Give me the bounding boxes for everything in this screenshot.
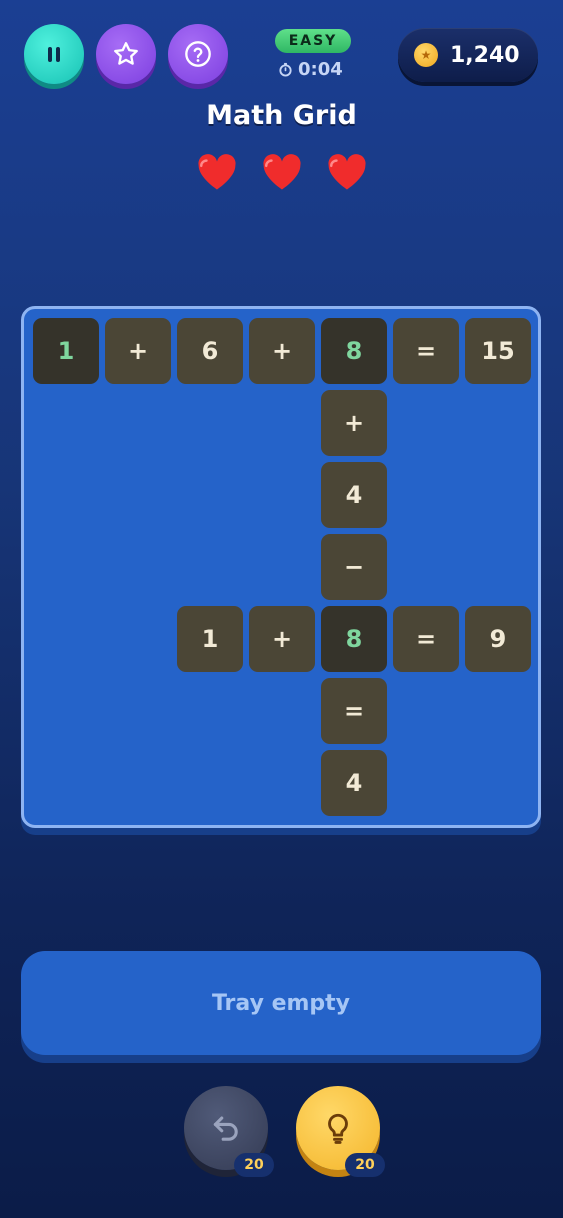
timer-value: 0:04 [298,58,343,80]
grid-cell[interactable]: = [393,606,459,672]
grid-cell[interactable]: 6 [177,318,243,384]
grid-cell-given: 1 [33,318,99,384]
grid-cell[interactable]: 4 [321,750,387,816]
question-icon [185,41,211,67]
lightbulb-icon [328,1113,348,1144]
grid-cell-given: 8 [321,318,387,384]
grid-cell[interactable]: 4 [321,462,387,528]
undo-count-badge: 20 [234,1153,274,1177]
pause-icon [48,46,60,62]
heart-icon [263,154,301,190]
grid-cell[interactable]: + [249,318,315,384]
coin-value: 1,240 [450,42,520,68]
math-grid-board: 1 +6 +8 = 15 +4−1 +8 = 9 = 4 [21,306,541,828]
difficulty-badge: EASY [275,29,351,53]
stopwatch-icon [279,62,292,77]
favorite-button[interactable] [96,24,156,84]
grid-cell[interactable]: + [105,318,171,384]
grid-cell[interactable]: 15 [465,318,531,384]
grid-cell[interactable]: + [321,390,387,456]
grid-cell[interactable]: 1 [177,606,243,672]
grid-cell[interactable]: = [393,318,459,384]
grid-cell[interactable]: 9 [465,606,531,672]
tray-label: Tray empty [211,990,351,1016]
grid-cell[interactable]: + [249,606,315,672]
heart-icon [328,154,366,190]
hint-count-badge: 20 [345,1153,385,1177]
lives [196,152,368,192]
grid-cell-given: 8 [321,606,387,672]
timer: 0:04 [278,58,350,80]
page-title: Math Grid [206,100,357,131]
grid-cell[interactable]: − [321,534,387,600]
help-button[interactable] [168,24,228,84]
undo-icon [213,1116,238,1141]
heart-icon [198,154,236,190]
coin-icon: ★ [414,43,438,67]
grid-cell[interactable]: = [321,678,387,744]
tile-tray[interactable]: Tray empty [21,951,541,1055]
star-icon [114,42,138,65]
pause-button[interactable] [24,24,84,84]
coin-balance[interactable]: ★ 1,240 [398,28,538,82]
